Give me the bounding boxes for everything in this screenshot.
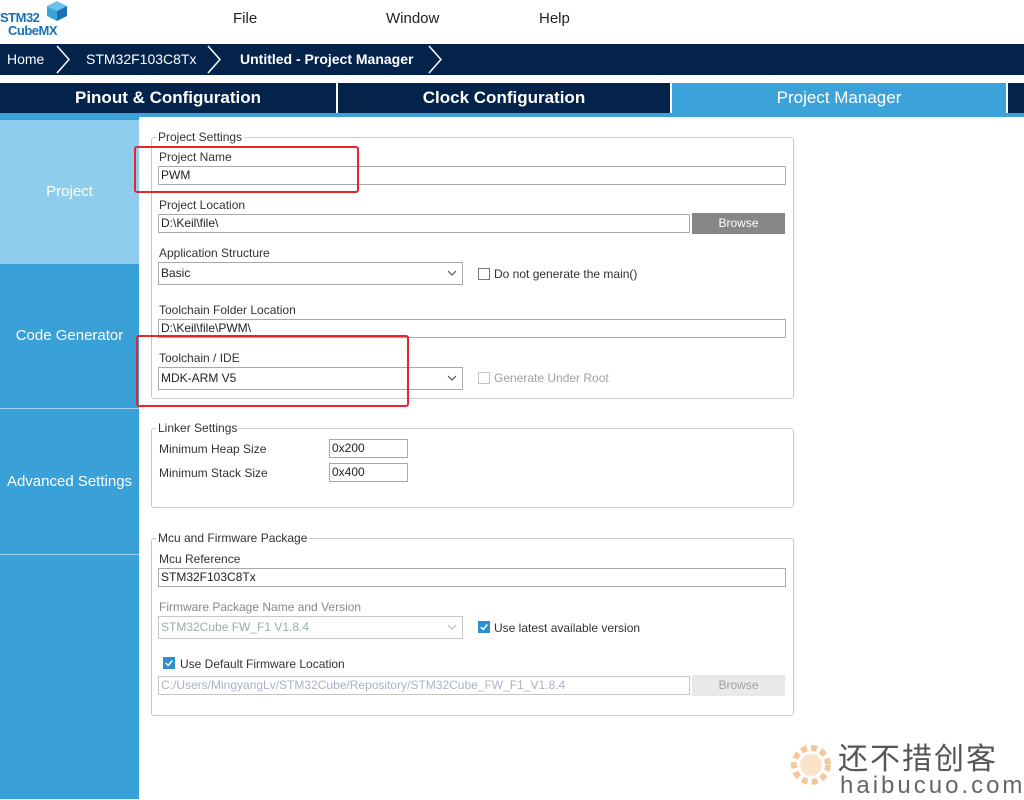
breadcrumb-device[interactable]: STM32F103C8Tx [86,44,196,75]
min-heap-size-input[interactable]: 0x200 [329,439,408,458]
mcu-reference-label: Mcu Reference [159,552,241,566]
tab-divider [1006,83,1008,113]
firmware-package-label: Firmware Package Name and Version [159,600,362,614]
min-stack-size-input[interactable]: 0x400 [329,463,408,482]
do-not-generate-main-label: Do not generate the main() [494,267,638,281]
use-default-firmware-location-label: Use Default Firmware Location [180,657,345,671]
mcu-reference-input[interactable]: STM32F103C8Tx [158,568,786,587]
top-menu-bar: STM32 CubeMX File Window Help [0,0,1024,44]
sidebar-item-project[interactable]: Project [0,120,139,264]
toolchain-folder-label: Toolchain Folder Location [159,303,296,317]
project-location-input[interactable]: D:\Keil\file\ [158,214,690,233]
breadcrumb: Home STM32F103C8Tx Untitled - Project Ma… [0,44,1024,75]
firmware-package-select[interactable]: STM32Cube FW_F1 V1.8.4 [158,616,463,639]
generate-under-root-checkbox[interactable] [478,372,490,384]
sidebar: Project Code Generator Advanced Settings [0,117,139,799]
use-latest-version-label: Use latest available version [494,621,641,635]
stm32cubemx-logo: STM32 CubeMX [0,0,72,40]
application-structure-value: Basic [161,266,191,280]
use-latest-version-checkbox[interactable] [478,621,490,633]
cube-icon [47,1,67,21]
sidebar-divider [0,554,139,555]
chevron-right-icon [56,45,71,74]
checkmark-icon [480,624,488,631]
tab-pinout-configuration[interactable]: Pinout & Configuration [0,83,336,113]
highlight-box-project-name [134,146,359,193]
do-not-generate-main-checkbox[interactable] [478,268,490,280]
chevron-down-icon [447,624,457,630]
sidebar-item-code-generator[interactable]: Code Generator [0,264,139,408]
gear-logo-icon [791,745,831,785]
chevron-right-icon [428,45,443,74]
mcu-firmware-title: Mcu and Firmware Package [156,531,310,545]
sidebar-item-advanced-settings[interactable]: Advanced Settings [0,409,139,554]
linker-settings-title: Linker Settings [156,421,240,435]
chevron-down-icon [447,270,457,276]
project-location-browse-button[interactable]: Browse [692,213,785,234]
firmware-location-browse-button[interactable]: Browse [692,675,785,696]
main-tabs: Pinout & Configuration Clock Configurati… [0,83,1024,113]
checkmark-icon [165,660,173,667]
use-default-firmware-location-checkbox[interactable] [163,657,175,669]
breadcrumb-current[interactable]: Untitled - Project Manager [240,44,413,75]
watermark: 还不措创客 haibucuo.com [786,734,1024,799]
firmware-location-input[interactable]: C:/Users/MingyangLv/STM32Cube/Repository… [158,676,690,695]
generate-under-root-label: Generate Under Root [494,371,609,385]
menu-help[interactable]: Help [539,10,570,27]
application-structure-select[interactable]: Basic [158,262,463,285]
tab-clock-configuration[interactable]: Clock Configuration [338,83,670,113]
tab-project-manager[interactable]: Project Manager [672,83,1006,113]
chevron-right-icon [207,45,222,74]
breadcrumb-home[interactable]: Home [7,44,44,75]
min-stack-size-label: Minimum Stack Size [159,466,268,480]
menu-file[interactable]: File [233,10,257,27]
menu-window[interactable]: Window [386,10,439,27]
logo-text-line2: CubeMX [8,23,58,38]
highlight-box-toolchain [136,335,409,407]
project-settings-title: Project Settings [156,130,245,144]
firmware-package-value: STM32Cube FW_F1 V1.8.4 [161,620,310,634]
application-structure-label: Application Structure [159,246,270,260]
project-location-label: Project Location [159,198,246,212]
min-heap-size-label: Minimum Heap Size [159,442,267,456]
watermark-line2: haibucuo.com [840,772,1024,799]
chevron-down-icon [447,375,457,381]
tab-underline [0,113,1024,117]
